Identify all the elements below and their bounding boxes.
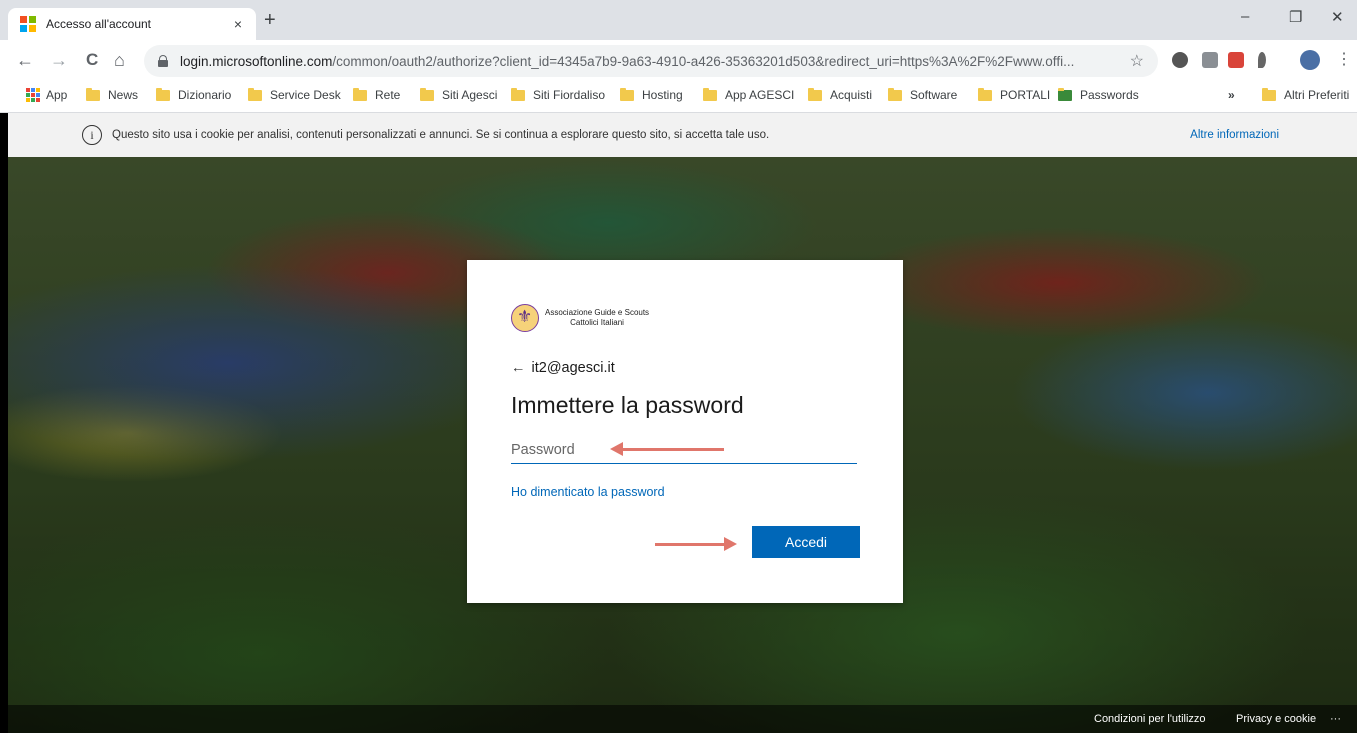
passwords-icon [1058, 87, 1072, 101]
folder-icon [1262, 87, 1276, 101]
bookmark-other[interactable]: Altri Preferiti [1262, 87, 1349, 102]
folder-icon [808, 87, 822, 101]
reload-icon[interactable]: C [86, 50, 98, 70]
folder-icon [703, 87, 717, 101]
extension-icon-3[interactable] [1228, 52, 1244, 68]
more-info-link[interactable]: Altre informazioni [1190, 129, 1279, 141]
more-options-icon[interactable]: ··· [1330, 713, 1341, 725]
bookmark-star-icon[interactable]: ☆ [1130, 51, 1144, 71]
bookmark-folder[interactable]: Siti Agesci [420, 87, 497, 102]
sign-in-button[interactable]: Accedi [752, 526, 860, 558]
annotation-arrow-password [610, 442, 724, 456]
scout-emblem-icon [511, 304, 539, 332]
new-tab-button[interactable]: + [264, 10, 276, 30]
bookmark-apps[interactable]: App [26, 88, 67, 102]
folder-icon [978, 87, 992, 101]
cookie-text: Questo sito usa i cookie per analisi, co… [112, 129, 770, 141]
avatar[interactable] [1300, 50, 1320, 70]
folder-icon [86, 87, 100, 101]
lock-icon [158, 55, 168, 67]
bookmark-folder[interactable]: Hosting [620, 87, 683, 102]
folder-icon [156, 87, 170, 101]
back-arrow-icon: ← [511, 360, 526, 376]
folder-icon [420, 87, 434, 101]
bookmark-folder[interactable]: App AGESCI [703, 87, 794, 102]
restore-button[interactable]: ❐ [1289, 8, 1302, 26]
terms-link[interactable]: Condizioni per l'utilizzo [1094, 713, 1206, 725]
privacy-link[interactable]: Privacy e cookie [1236, 713, 1316, 725]
bookmark-folder[interactable]: Siti Fiordaliso [511, 87, 605, 102]
forward-arrow-icon[interactable]: → [50, 50, 68, 70]
home-icon[interactable]: ⌂ [114, 50, 125, 70]
org-logo: Associazione Guide e Scouts Cattolici It… [511, 304, 649, 332]
account-email: it2@agesci.it [531, 360, 615, 376]
tab-close-icon[interactable]: × [226, 16, 250, 32]
close-window-button[interactable]: ✕ [1331, 8, 1344, 26]
browser-toolbar: ← → C ⌂ login.microsoftonline.com/common… [0, 40, 1357, 82]
bookmarks-bar: App News Dizionario Service Desk Rete Si… [0, 82, 1357, 113]
info-icon: i [82, 125, 102, 145]
login-card: Associazione Guide e Scouts Cattolici It… [467, 260, 903, 603]
folder-icon [353, 87, 367, 101]
page-content: i Questo sito usa i cookie per analisi, … [8, 113, 1357, 733]
extension-icon-1[interactable] [1172, 52, 1188, 68]
menu-dots-icon[interactable]: ⋮ [1336, 50, 1352, 70]
bookmark-folder[interactable]: Rete [353, 87, 400, 102]
bookmark-folder[interactable]: News [86, 87, 138, 102]
address-bar[interactable]: login.microsoftonline.com/common/oauth2/… [144, 45, 1158, 77]
folder-icon [248, 87, 262, 101]
bookmark-folder[interactable]: Dizionario [156, 87, 231, 102]
tab-title: Accesso all'account [46, 17, 152, 31]
folder-icon [511, 87, 525, 101]
forgot-password-link[interactable]: Ho dimenticato la password [511, 485, 665, 499]
folder-icon [620, 87, 634, 101]
extension-icon-2[interactable] [1202, 52, 1218, 68]
bookmarks-overflow-button[interactable]: » [1228, 88, 1235, 102]
bookmark-folder[interactable]: Acquisti [808, 87, 872, 102]
page-title: Immettere la password [511, 392, 744, 418]
bookmark-folder[interactable]: PORTALI [978, 87, 1050, 102]
footer: Condizioni per l'utilizzo Privacy e cook… [8, 705, 1357, 733]
location-pin-icon[interactable] [1258, 52, 1266, 68]
microsoft-logo-icon [20, 16, 36, 32]
folder-icon [888, 87, 902, 101]
bookmark-folder[interactable]: Software [888, 87, 957, 102]
org-name: Associazione Guide e Scouts Cattolici It… [545, 308, 650, 327]
cookie-banner: i Questo sito usa i cookie per analisi, … [8, 113, 1357, 157]
back-arrow-icon[interactable]: ← [16, 50, 34, 70]
browser-tab[interactable]: Accesso all'account × [8, 8, 256, 40]
url-text: login.microsoftonline.com/common/oauth2/… [180, 53, 1075, 69]
bookmark-folder[interactable]: Service Desk [248, 87, 341, 102]
account-back-button[interactable]: ← it2@agesci.it [511, 360, 615, 376]
minimize-button[interactable]: – [1241, 8, 1249, 25]
bookmark-passwords[interactable]: Passwords [1058, 87, 1139, 102]
annotation-arrow-signin [655, 537, 737, 551]
apps-grid-icon [26, 88, 40, 102]
tab-bar: Accesso all'account × + – ❐ ✕ [0, 0, 1357, 40]
